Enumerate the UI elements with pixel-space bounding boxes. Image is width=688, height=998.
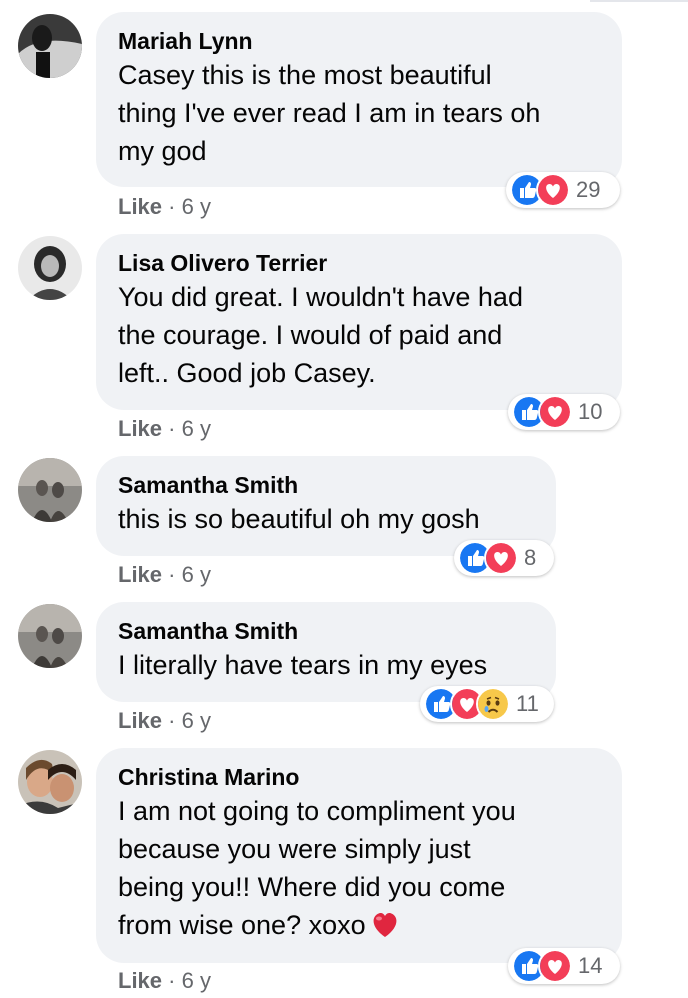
comment-meta: Like · 6 y — [118, 967, 211, 995]
like-button[interactable]: Like — [118, 562, 162, 587]
sad-icon — [476, 687, 510, 721]
reactions-summary[interactable]: 10 — [508, 394, 620, 430]
reactions-summary[interactable]: 14 — [508, 948, 620, 984]
reaction-count: 10 — [578, 399, 603, 424]
comment-author[interactable]: Lisa Olivero Terrier — [118, 248, 598, 278]
reaction-count: 14 — [578, 953, 603, 978]
reactions-summary[interactable]: 29 — [506, 172, 620, 208]
comment-meta: Like · 6 y — [118, 561, 211, 589]
avatar[interactable] — [18, 604, 82, 668]
comment-line: because you were simply just — [118, 834, 471, 864]
avatar[interactable] — [18, 458, 82, 522]
comment-line: being you!! Where did you come — [118, 872, 506, 902]
comment-time[interactable]: 6 y — [182, 968, 211, 993]
comment-line-text: from wise one? xoxo — [118, 910, 366, 940]
meta-separator: · — [168, 968, 176, 993]
comment-line: thing I've ever read I am in tears oh — [118, 98, 541, 128]
comment-author[interactable]: Christina Marino — [118, 762, 598, 792]
reaction-count: 8 — [524, 545, 537, 570]
comment-text: this is so beautiful oh my gosh — [118, 500, 532, 538]
comment-line: I literally have tears in my eyes — [118, 650, 488, 680]
red-heart-icon — [373, 912, 397, 937]
comment-text: You did great. I wouldn't have had the c… — [118, 278, 598, 392]
comment-line: left.. Good job Casey. — [118, 358, 376, 388]
avatar[interactable] — [18, 14, 82, 78]
comment-author[interactable]: Samantha Smith — [118, 616, 532, 646]
meta-separator: · — [168, 416, 176, 441]
comment-text: I am not going to compliment you because… — [118, 792, 598, 944]
like-button[interactable]: Like — [118, 416, 162, 441]
comment-author[interactable]: Samantha Smith — [118, 470, 532, 500]
like-button[interactable]: Like — [118, 194, 162, 219]
meta-separator: · — [168, 708, 176, 733]
meta-separator: · — [168, 194, 176, 219]
comment-author[interactable]: Mariah Lynn — [118, 26, 598, 56]
like-button[interactable]: Like — [118, 708, 162, 733]
comment-bubble: Lisa Olivero Terrier You did great. I wo… — [96, 234, 622, 410]
avatar[interactable] — [18, 750, 82, 814]
like-button[interactable]: Like — [118, 968, 162, 993]
comment-meta: Like · 6 y — [118, 193, 211, 221]
top-divider — [590, 0, 688, 2]
love-icon — [536, 173, 570, 207]
reactions-summary[interactable]: 8 — [454, 540, 554, 576]
comment-time[interactable]: 6 y — [182, 562, 211, 587]
comment-line: I am not going to compliment you — [118, 796, 516, 826]
comment-time[interactable]: 6 y — [182, 416, 211, 441]
comment-time[interactable]: 6 y — [182, 194, 211, 219]
comment-meta: Like · 6 y — [118, 707, 211, 735]
reaction-count: 11 — [516, 691, 539, 716]
comment-line: the courage. I would of paid and — [118, 320, 503, 350]
comment-meta: Like · 6 y — [118, 415, 211, 443]
comment-line: my god — [118, 136, 207, 166]
comment-time[interactable]: 6 y — [182, 708, 211, 733]
comment-bubble: Mariah Lynn Casey this is the most beaut… — [96, 12, 622, 187]
comment-bubble: Christina Marino I am not going to compl… — [96, 748, 622, 963]
love-icon — [484, 541, 518, 575]
avatar[interactable] — [18, 236, 82, 300]
comment-line: Casey this is the most beautiful — [118, 60, 492, 90]
love-icon — [538, 949, 572, 983]
reactions-summary[interactable]: 11 — [420, 686, 554, 722]
comment-text: I literally have tears in my eyes — [118, 646, 532, 684]
reaction-count: 29 — [576, 177, 601, 202]
meta-separator: · — [168, 562, 176, 587]
comment-line: from wise one? xoxo — [118, 906, 598, 944]
comment-line: this is so beautiful oh my gosh — [118, 504, 480, 534]
comment-line: You did great. I wouldn't have had — [118, 282, 523, 312]
love-icon — [538, 395, 572, 429]
comment-text: Casey this is the most beautiful thing I… — [118, 56, 598, 170]
